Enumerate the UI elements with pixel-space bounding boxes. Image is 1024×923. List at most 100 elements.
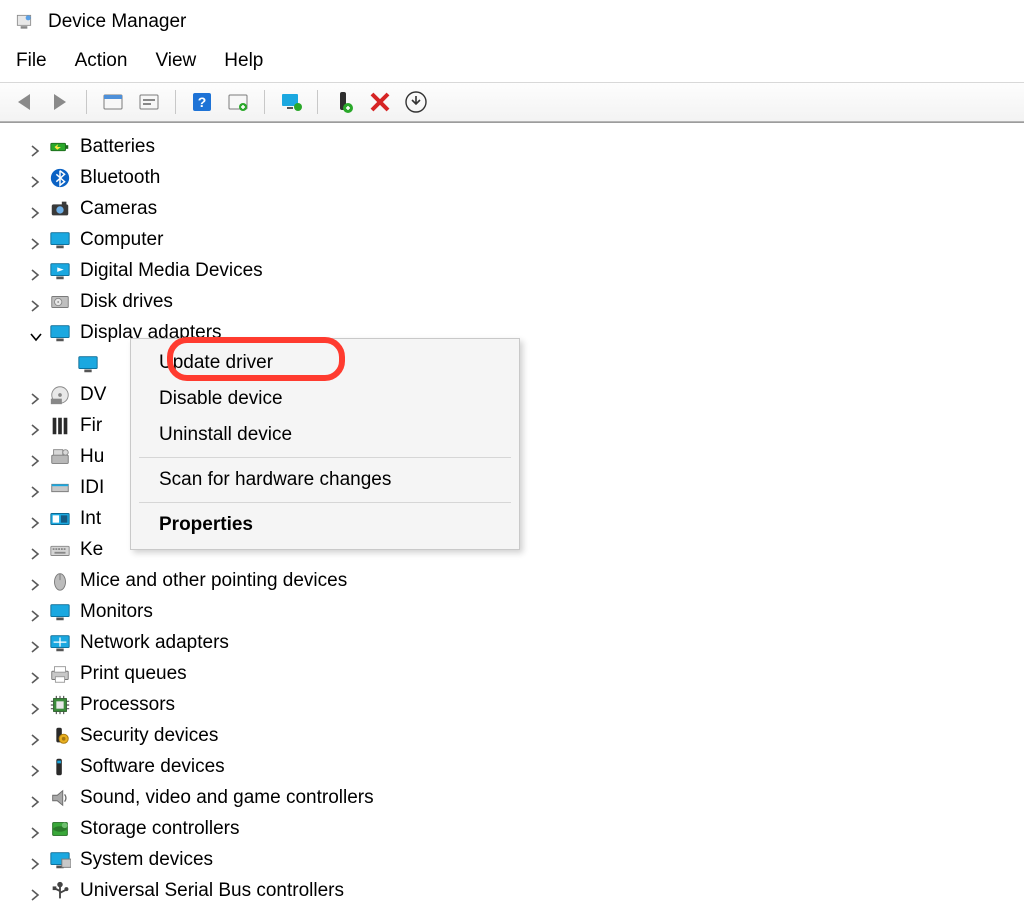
toolbar-separator <box>317 90 318 114</box>
tree-node[interactable]: Batteries <box>20 131 1024 162</box>
chevron-right-icon[interactable] <box>30 172 42 184</box>
back-button[interactable] <box>8 88 40 116</box>
chevron-right-icon[interactable] <box>30 823 42 835</box>
cpu-icon <box>48 693 72 717</box>
tree-node-label: Sound, video and game controllers <box>80 787 374 809</box>
tree-node-label: Disk drives <box>80 291 173 313</box>
tree-node[interactable]: System devices <box>20 844 1024 875</box>
console-button[interactable] <box>133 88 165 116</box>
tree-node-label: System devices <box>80 849 213 871</box>
camera-icon <box>48 197 72 221</box>
scan-hardware-button[interactable] <box>222 88 254 116</box>
system-icon <box>48 848 72 872</box>
chevron-right-icon[interactable] <box>30 606 42 618</box>
chevron-right-icon[interactable] <box>30 637 42 649</box>
chevron-right-icon[interactable] <box>30 792 42 804</box>
tree-node-label: Bluetooth <box>80 167 160 189</box>
tree-node[interactable]: Monitors <box>20 596 1024 627</box>
enable-device-button[interactable] <box>328 88 360 116</box>
chevron-right-icon[interactable] <box>30 885 42 897</box>
toolbar <box>0 82 1024 122</box>
tree-node-label: Universal Serial Bus controllers <box>80 880 344 902</box>
tree-node[interactable]: Universal Serial Bus controllers <box>20 875 1024 906</box>
tree-node[interactable]: Cameras <box>20 193 1024 224</box>
forward-button[interactable] <box>44 88 76 116</box>
chevron-right-icon[interactable] <box>30 451 42 463</box>
tree-node[interactable]: Software devices <box>20 751 1024 782</box>
tree-node-label: Fir <box>80 415 102 437</box>
chevron-right-icon[interactable] <box>30 575 42 587</box>
chevron-right-icon[interactable] <box>30 482 42 494</box>
firmware-icon <box>48 414 72 438</box>
battery-icon <box>48 135 72 159</box>
toolbar-separator <box>264 90 265 114</box>
chevron-right-icon[interactable] <box>30 544 42 556</box>
chevron-right-icon[interactable] <box>30 296 42 308</box>
toolbar-separator <box>86 90 87 114</box>
network-icon <box>48 631 72 655</box>
chevron-right-icon[interactable] <box>30 668 42 680</box>
tree-node-label: Int <box>80 508 101 530</box>
tree-node-label: DV <box>80 384 106 406</box>
sound-icon <box>48 786 72 810</box>
chevron-down-icon[interactable] <box>30 327 42 339</box>
menu-view[interactable]: View <box>155 50 196 72</box>
menu-file[interactable]: File <box>16 50 47 72</box>
chevron-right-icon[interactable] <box>30 203 42 215</box>
tree-node[interactable]: Network adapters <box>20 627 1024 658</box>
tree-node[interactable]: Bluetooth <box>20 162 1024 193</box>
usb-icon <box>48 879 72 903</box>
chevron-right-icon[interactable] <box>30 420 42 432</box>
tree-node[interactable]: Computer <box>20 224 1024 255</box>
tree-node[interactable]: Digital Media Devices <box>20 255 1024 286</box>
tree-node-label: Hu <box>80 446 104 468</box>
context-menu-item[interactable]: Disable device <box>131 381 519 417</box>
toolbar-separator <box>175 90 176 114</box>
tree-node[interactable]: Sound, video and game controllers <box>20 782 1024 813</box>
tree-node[interactable]: Print queues <box>20 658 1024 689</box>
window-title: Device Manager <box>48 11 186 33</box>
disk-icon <box>48 290 72 314</box>
tree-node-label: Software devices <box>80 756 225 778</box>
chevron-right-icon[interactable] <box>30 699 42 711</box>
tree-node[interactable]: Mice and other pointing devices <box>20 565 1024 596</box>
tree-node-label: Batteries <box>80 136 155 158</box>
context-menu-item[interactable]: Scan for hardware changes <box>131 462 519 498</box>
tree-node[interactable]: Storage controllers <box>20 813 1024 844</box>
monitor-icon <box>48 600 72 624</box>
disable-device-button[interactable] <box>364 88 396 116</box>
monitor-icon <box>76 352 100 376</box>
context-menu-item[interactable]: Uninstall device <box>131 417 519 453</box>
help-button[interactable] <box>186 88 218 116</box>
uninstall-device-button[interactable] <box>400 88 432 116</box>
chevron-right-icon[interactable] <box>30 234 42 246</box>
menubar: File Action View Help <box>0 40 1024 82</box>
chevron-right-icon[interactable] <box>30 761 42 773</box>
chevron-right-icon[interactable] <box>30 389 42 401</box>
menu-action[interactable]: Action <box>75 50 128 72</box>
chevron-right-icon[interactable] <box>30 513 42 525</box>
context-menu-item[interactable]: Update driver <box>131 345 519 381</box>
tree-node-label: Security devices <box>80 725 218 747</box>
tree-node[interactable]: Disk drives <box>20 286 1024 317</box>
tree-node-label: Processors <box>80 694 175 716</box>
tree-node-label: Print queues <box>80 663 187 685</box>
chevron-right-icon[interactable] <box>30 141 42 153</box>
tree-node[interactable]: Processors <box>20 689 1024 720</box>
menu-help[interactable]: Help <box>224 50 263 72</box>
chevron-right-icon[interactable] <box>30 854 42 866</box>
context-menu-item[interactable]: Properties <box>131 507 519 543</box>
update-driver-button[interactable] <box>275 88 307 116</box>
printer-icon <box>48 662 72 686</box>
intel-icon <box>48 507 72 531</box>
chevron-right-icon[interactable] <box>30 265 42 277</box>
tree-node[interactable]: Security devices <box>20 720 1024 751</box>
bluetooth-icon <box>48 166 72 190</box>
chevron-right-icon[interactable] <box>30 730 42 742</box>
tree-node-label: Network adapters <box>80 632 229 654</box>
tree-node-label: Storage controllers <box>80 818 239 840</box>
tree-node-label: Ke <box>80 539 103 561</box>
storage-icon <box>48 817 72 841</box>
properties-button[interactable] <box>97 88 129 116</box>
media-icon <box>48 259 72 283</box>
